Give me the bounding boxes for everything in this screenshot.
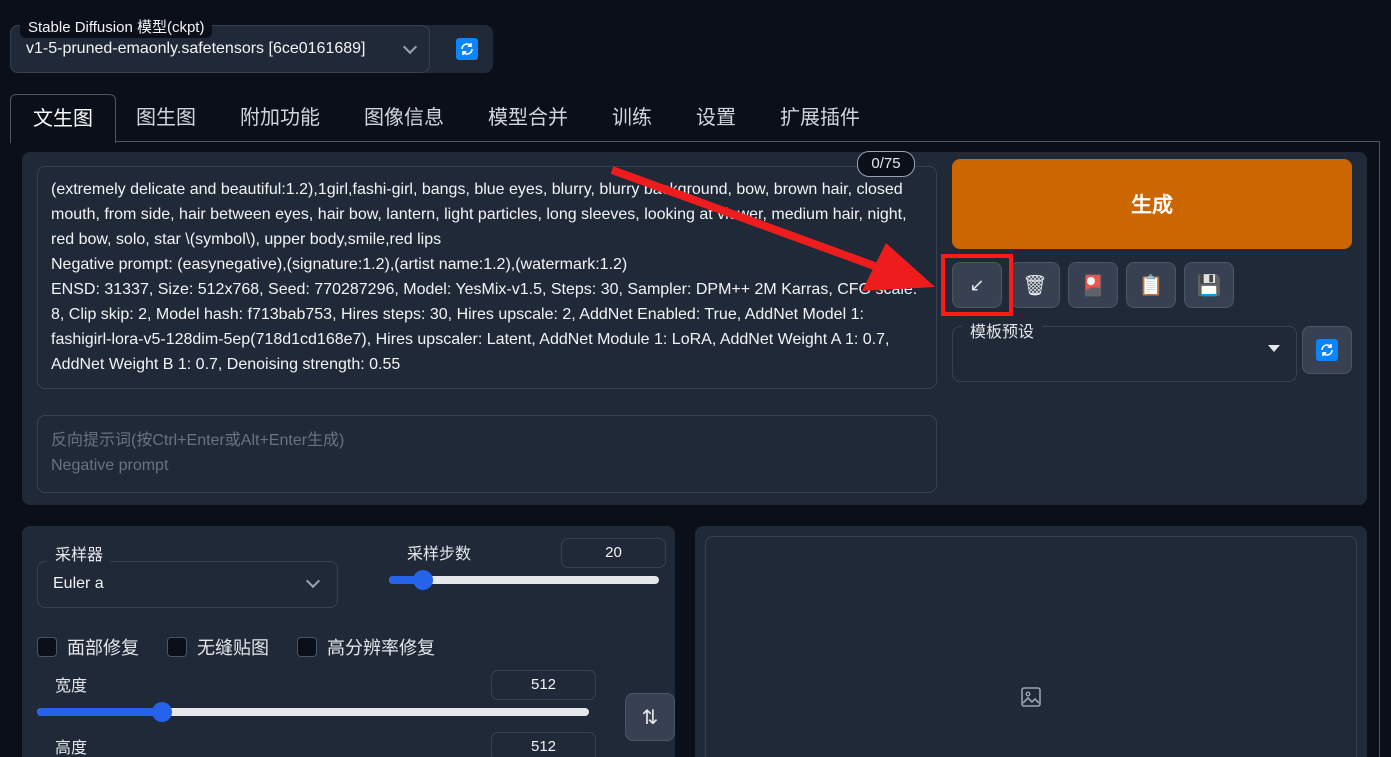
negative-prompt-textarea[interactable]: 反向提示词(按Ctrl+Enter或Alt+Enter生成) Negative … xyxy=(37,415,937,493)
sampler-value: Euler a xyxy=(53,575,104,592)
token-counter: 0/75 xyxy=(857,151,915,177)
width-slider[interactable] xyxy=(37,702,589,722)
prompt-textarea[interactable]: (extremely delicate and beautiful:1.2),1… xyxy=(37,166,937,389)
swap-dimensions-button[interactable]: ⇅ xyxy=(625,693,675,741)
checkbox-label: 面部修复 xyxy=(67,638,139,658)
highlight-box xyxy=(941,254,1013,316)
swap-icon: ⇅ xyxy=(641,706,659,729)
width-label: 宽度 xyxy=(47,671,96,697)
sampler-label: 采样器 xyxy=(47,540,112,566)
apply-style-button[interactable]: 📋 xyxy=(1126,262,1176,308)
model-select-value: v1-5-pruned-emaonly.safetensors [6ce0161… xyxy=(26,40,366,57)
hires-fix-checkbox[interactable]: 高分辨率修复 xyxy=(297,634,435,660)
checkbox-label: 高分辨率修复 xyxy=(327,638,435,658)
clipboard-icon: 📋 xyxy=(1138,274,1164,297)
negative-placeholder-line2: Negative prompt xyxy=(51,457,169,474)
save-icon: 💾 xyxy=(1196,274,1222,297)
style-card-icon: 🎴 xyxy=(1080,274,1106,297)
tab-txt2img[interactable]: 文生图 xyxy=(10,94,116,143)
height-label: 高度 xyxy=(47,733,96,757)
tab-img2img[interactable]: 图生图 xyxy=(114,94,218,142)
tab-border-right xyxy=(1379,141,1380,757)
checkbox-label: 无缝贴图 xyxy=(197,638,269,658)
model-refresh-button[interactable] xyxy=(456,38,478,60)
refresh-icon xyxy=(461,43,473,55)
model-label: Stable Diffusion 模型(ckpt) xyxy=(20,15,213,38)
image-icon xyxy=(1021,687,1041,707)
chevron-down-icon xyxy=(305,573,321,589)
generate-button[interactable]: 生成 xyxy=(952,159,1352,249)
clear-prompt-button[interactable]: 🗑 xyxy=(1010,262,1060,308)
face-restore-checkbox[interactable]: 面部修复 xyxy=(37,634,139,660)
tab-divider xyxy=(10,141,1380,142)
steps-slider[interactable] xyxy=(389,570,659,590)
width-slider-thumb[interactable] xyxy=(151,702,172,722)
tab-png-info[interactable]: 图像信息 xyxy=(342,94,466,142)
sampler-select[interactable]: Euler a xyxy=(37,561,338,608)
show-styles-button[interactable]: 🎴 xyxy=(1068,262,1118,308)
trash-icon: 🗑 xyxy=(1022,274,1048,297)
tab-extensions[interactable]: 扩展插件 xyxy=(758,94,882,142)
tab-checkpoint-merger[interactable]: 模型合并 xyxy=(466,94,590,142)
negative-placeholder-line1: 反向提示词(按Ctrl+Enter或Alt+Enter生成) xyxy=(51,432,345,449)
chevron-down-icon xyxy=(402,39,418,55)
steps-label: 采样步数 xyxy=(399,539,480,565)
checkbox-box[interactable] xyxy=(37,637,57,657)
refresh-icon xyxy=(1316,339,1338,361)
preset-label: 模板预设 xyxy=(962,317,1043,343)
tab-train[interactable]: 训练 xyxy=(590,94,674,142)
main-tabs: 文生图 图生图 附加功能 图像信息 模型合并 训练 设置 扩展插件 xyxy=(10,94,1380,143)
tiling-checkbox[interactable]: 无缝贴图 xyxy=(167,634,269,660)
width-slider-fill xyxy=(37,708,162,716)
steps-input[interactable]: 20 xyxy=(561,538,666,568)
output-gallery[interactable] xyxy=(705,536,1357,757)
checkbox-box[interactable] xyxy=(297,637,317,657)
tab-settings[interactable]: 设置 xyxy=(674,94,758,142)
height-input[interactable]: 512 xyxy=(491,732,596,757)
save-style-button[interactable]: 💾 xyxy=(1184,262,1234,308)
checkbox-box[interactable] xyxy=(167,637,187,657)
preset-refresh-button[interactable] xyxy=(1302,326,1352,374)
width-input[interactable]: 512 xyxy=(491,670,596,700)
tab-extras[interactable]: 附加功能 xyxy=(218,94,342,142)
dropdown-arrow-icon xyxy=(1268,345,1280,352)
